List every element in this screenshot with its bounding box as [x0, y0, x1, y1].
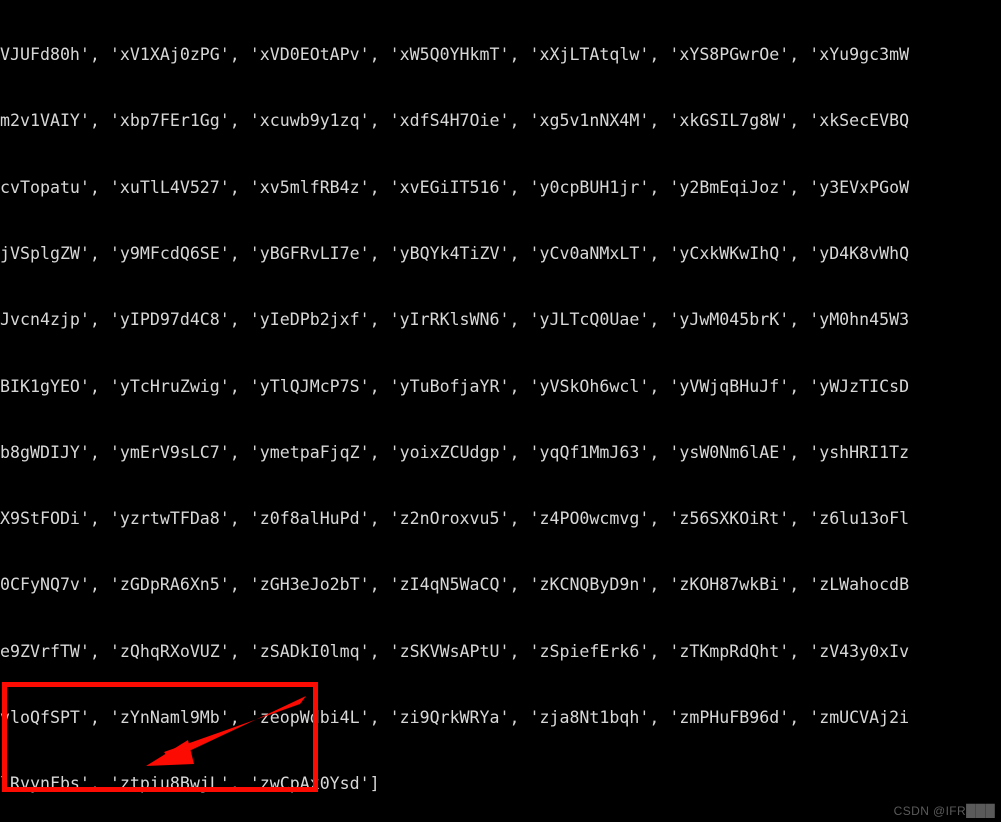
- terminal-line: Jvcn4zjp', 'yIPD97d4C8', 'yIeDPb2jxf', '…: [0, 310, 910, 330]
- terminal-line: jVSplgZW', 'y9MFcdQ6SE', 'yBGFRvLI7e', '…: [0, 244, 910, 264]
- terminal-line: X9StFODi', 'yzrtwTFDa8', 'z0f8alHuPd', '…: [0, 509, 910, 529]
- terminal-line: vloQfSPT', 'zYnNaml9Mb', 'zeopWdbi4L', '…: [0, 708, 910, 727]
- terminal-line: b8gWDIJY', 'ymErV9sLC7', 'ymetpaFjqZ', '…: [0, 442, 910, 462]
- terminal-line: e9ZVrfTW', 'zQhqRXoVUZ', 'zSADkI0lmq', '…: [0, 641, 910, 661]
- watermark-text: CSDN @IFR: [893, 804, 967, 818]
- terminal-window[interactable]: VJUFd80h', 'xV1XAj0zPG', 'xVD0EOtAPv', '…: [0, 0, 1001, 822]
- terminal-line: VJUFd80h', 'xV1XAj0zPG', 'xVD0EOtAPv', '…: [0, 45, 910, 65]
- console-output: VJUFd80h', 'xV1XAj0zPG', 'xVD0EOtAPv', '…: [0, 0, 1001, 822]
- terminal-line: lRvynFbs', 'ztpiu8BwjL', 'zwCpAx0Ysd']: [0, 774, 380, 794]
- watermark-glyphs: ███: [966, 804, 995, 818]
- csdn-watermark: CSDN @IFR███: [894, 804, 995, 818]
- terminal-line: m2v1VAIY', 'xbp7FEr1Gg', 'xcuwb9y1zq', '…: [0, 111, 910, 131]
- terminal-line: 0CFyNQ7v', 'zGDpRA6Xn5', 'zGH3eJo2bT', '…: [0, 575, 910, 595]
- terminal-line: BIK1gYEO', 'yTcHruZwig', 'yTlQJMcP7S', '…: [0, 376, 910, 396]
- terminal-line: cvTopatu', 'xuTlL4V527', 'xv5mlfRB4z', '…: [0, 177, 910, 197]
